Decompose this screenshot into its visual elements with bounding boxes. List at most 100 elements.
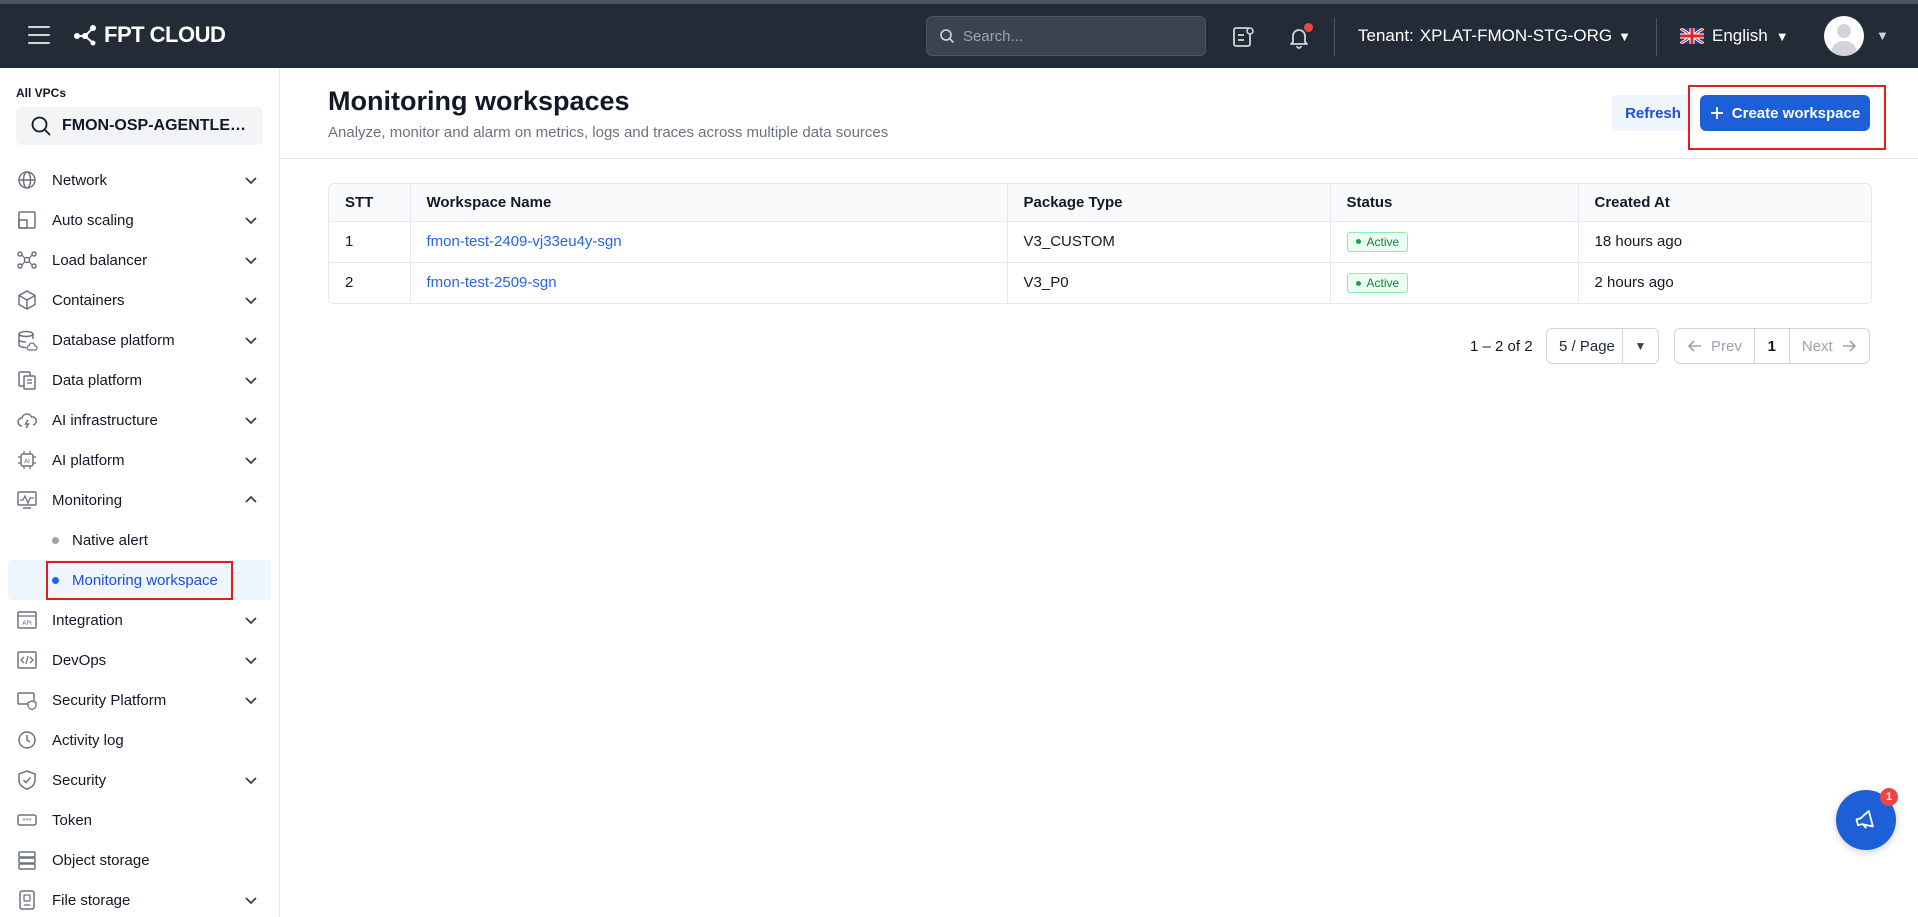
caret-down-icon[interactable]: ▼ — [1876, 28, 1889, 43]
cell-package-type: V3_P0 — [1007, 262, 1331, 303]
separator — [1656, 18, 1657, 56]
search-icon — [31, 116, 51, 136]
sidebar-item-ai-infrastructure[interactable]: AI infrastructure — [0, 400, 279, 440]
next-label: Next — [1801, 337, 1833, 355]
next-page-button[interactable]: Next — [1790, 329, 1869, 363]
monitoring-icon — [17, 491, 37, 509]
sidebar-item-label: Native alert — [72, 531, 148, 549]
sidebar-item-label: Data platform — [52, 371, 143, 389]
sidebar-item-devops[interactable]: DevOps — [0, 640, 279, 680]
vpc-selector[interactable]: FMON-OSP-AGENTLESS — [16, 107, 263, 145]
tenant-value: XPLAT-FMON-STG-ORG — [1419, 26, 1613, 45]
sidebar-item-label: Security Platform — [52, 691, 167, 709]
notification-bell[interactable] — [1286, 23, 1313, 50]
prev-label: Prev — [1711, 337, 1742, 355]
sidebar-item-security[interactable]: Security — [0, 760, 279, 800]
highlight-box — [46, 561, 233, 600]
column-header-status: Status — [1330, 184, 1579, 222]
top-navbar: FPT CLOUD Tenant: XPLAT-FMON-STG-ORG ▼ — [0, 4, 1918, 68]
api-icon: API — [17, 611, 37, 629]
chevron-down-icon — [245, 257, 257, 265]
cell-status: Active — [1330, 262, 1579, 303]
caret-down-icon: ▼ — [1622, 329, 1658, 363]
page-number-button[interactable]: 1 — [1753, 329, 1790, 363]
notification-dot — [1304, 23, 1313, 32]
data-platform-icon — [18, 371, 36, 390]
prev-page-button[interactable]: Prev — [1675, 329, 1754, 363]
cell-package-type: V3_CUSTOM — [1007, 221, 1331, 263]
sidebar-item-monitoring[interactable]: Monitoring — [0, 480, 279, 520]
sidebar-item-label: Security — [52, 771, 107, 789]
chevron-down-icon — [245, 697, 257, 705]
vpc-label: All VPCs — [16, 86, 67, 100]
sidebar-item-auto-scaling[interactable]: Auto scaling — [0, 200, 279, 240]
sidebar-item-activity-log[interactable]: Activity log — [0, 720, 279, 760]
status-dot-icon — [1355, 239, 1361, 245]
table-header-row: STT Workspace Name Package Type Status C… — [329, 184, 1871, 222]
sidebar-subitem-native-alert[interactable]: Native alert — [0, 520, 279, 560]
sidebar-item-label: Load balancer — [52, 251, 148, 269]
cell-workspace-name: fmon-test-2409-vj33eu4y-sgn — [410, 221, 1008, 263]
search-box[interactable] — [926, 16, 1206, 56]
autoscaling-icon — [18, 211, 36, 229]
user-icon — [1832, 24, 1856, 56]
refresh-button[interactable]: Refresh — [1612, 95, 1694, 131]
pagination: Prev 1 Next — [1674, 328, 1870, 364]
sidebar-item-label: Activity log — [52, 731, 124, 749]
sidebar: All VPCs FMON-OSP-AGENTLESS Network Auto… — [0, 68, 280, 917]
sidebar-item-label: Network — [52, 171, 108, 189]
arrow-right-icon — [1842, 340, 1856, 352]
sidebar-item-object-storage[interactable]: Object storage — [0, 840, 279, 880]
sidebar-item-ai-platform[interactable]: AI AI platform — [0, 440, 279, 480]
chevron-down-icon — [245, 617, 257, 625]
token-icon: *** — [17, 814, 37, 826]
globe-icon — [18, 171, 36, 189]
sidebar-item-load-balancer[interactable]: Load balancer — [0, 240, 279, 280]
column-header-stt: STT — [329, 184, 411, 222]
announcement-button[interactable]: 1 — [1836, 788, 1898, 850]
search-input[interactable] — [963, 27, 1183, 45]
tenant-selector[interactable]: Tenant: XPLAT-FMON-STG-ORG ▼ — [1358, 26, 1631, 46]
cell-stt: 2 — [329, 262, 411, 303]
page-subtitle: Analyze, monitor and alarm on metrics, l… — [328, 124, 889, 141]
workspace-link[interactable]: fmon-test-2409-vj33eu4y-sgn — [427, 233, 622, 250]
sidebar-item-network[interactable]: Network — [0, 160, 279, 200]
clock-icon — [18, 731, 36, 749]
page-title: Monitoring workspaces — [328, 86, 630, 116]
devops-icon — [17, 651, 37, 669]
fpt-logo-icon — [74, 25, 96, 46]
sidebar-item-database-platform[interactable]: Database platform — [0, 320, 279, 360]
activity-panel-icon[interactable] — [1230, 24, 1256, 50]
ai-chip-icon: AI — [18, 451, 36, 469]
page-size-select[interactable]: 5 / Page ▼ — [1546, 328, 1659, 364]
separator — [1334, 18, 1335, 56]
chevron-down-icon — [245, 297, 257, 305]
pagination-info: 1 – 2 of 2 — [1470, 338, 1533, 355]
status-text: Active — [1366, 276, 1400, 290]
chevron-down-icon — [245, 657, 257, 665]
sidebar-nav: Network Auto scaling Load balancer Conta… — [0, 160, 279, 917]
status-dot-icon — [1355, 280, 1361, 286]
sidebar-item-label: File storage — [52, 891, 131, 909]
caret-down-icon: ▼ — [1618, 28, 1631, 44]
logo[interactable]: FPT CLOUD — [72, 22, 226, 48]
announcement-badge: 1 — [1880, 788, 1898, 806]
sidebar-item-label: DevOps — [52, 651, 107, 669]
chevron-down-icon — [245, 897, 257, 905]
object-storage-icon — [18, 851, 36, 870]
sidebar-item-data-platform[interactable]: Data platform — [0, 360, 279, 400]
workspaces-table: STT Workspace Name Package Type Status C… — [328, 183, 1872, 304]
sidebar-item-security-platform[interactable]: Security Platform — [0, 680, 279, 720]
sidebar-item-containers[interactable]: Containers — [0, 280, 279, 320]
vpc-value: FMON-OSP-AGENTLESS — [62, 117, 249, 134]
arrow-left-icon — [1687, 340, 1701, 352]
database-icon — [18, 330, 38, 351]
user-avatar[interactable] — [1824, 16, 1864, 56]
workspace-link[interactable]: fmon-test-2509-sgn — [427, 274, 557, 291]
sidebar-item-token[interactable]: *** Token — [0, 800, 279, 840]
hamburger-menu-icon[interactable] — [28, 26, 50, 46]
language-selector[interactable]: English ▼ — [1680, 26, 1789, 46]
sidebar-item-label: Integration — [52, 611, 123, 629]
sidebar-item-integration[interactable]: API Integration — [0, 600, 279, 640]
sidebar-item-file-storage[interactable]: File storage — [0, 880, 279, 917]
